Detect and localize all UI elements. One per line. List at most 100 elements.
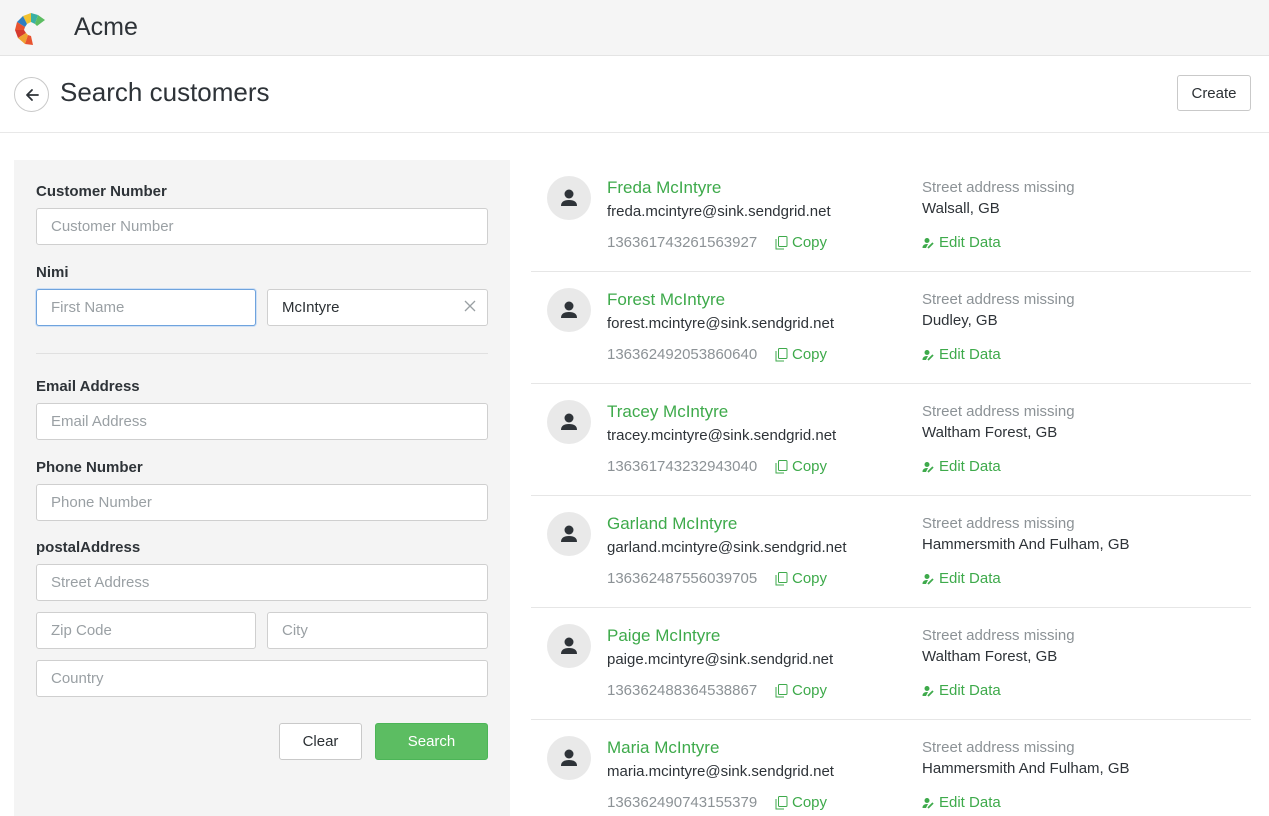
edit-data-button[interactable]: Edit Data: [922, 234, 1001, 251]
customer-city: Hammersmith And Fulham, GB: [922, 760, 1130, 777]
avatar: [547, 176, 591, 220]
customer-number-input[interactable]: [36, 208, 488, 245]
customer-city: Waltham Forest, GB: [922, 424, 1058, 441]
copy-button[interactable]: Copy: [775, 794, 827, 811]
email-label: Email Address: [36, 378, 140, 395]
copy-button[interactable]: Copy: [775, 682, 827, 699]
customer-name-link[interactable]: Maria McIntyre: [607, 738, 719, 758]
arrow-left-icon: [25, 88, 39, 101]
customer-email: garland.mcintyre@sink.sendgrid.net: [607, 539, 847, 556]
customer-id: 136362492053860640: [607, 346, 758, 363]
customer-city: Walsall, GB: [922, 200, 1000, 217]
edit-data-button[interactable]: Edit Data: [922, 458, 1001, 475]
avatar: [547, 288, 591, 332]
customer-city: Hammersmith And Fulham, GB: [922, 536, 1130, 553]
street-address-input[interactable]: [36, 564, 488, 601]
address-status: Street address missing: [922, 627, 1075, 644]
customer-name-link[interactable]: Freda McIntyre: [607, 178, 721, 198]
person-icon: [561, 189, 577, 206]
copy-button[interactable]: Copy: [775, 234, 827, 251]
address-status: Street address missing: [922, 515, 1075, 532]
edit-data-label: Edit Data: [939, 570, 1001, 587]
page-header: Search customers Create: [0, 56, 1269, 133]
copy-button[interactable]: Copy: [775, 346, 827, 363]
customer-city: Dudley, GB: [922, 312, 998, 329]
address-status: Street address missing: [922, 179, 1075, 196]
person-icon: [561, 637, 577, 654]
edit-data-label: Edit Data: [939, 234, 1001, 251]
edit-data-button[interactable]: Edit Data: [922, 570, 1001, 587]
edit-person-icon: [922, 237, 934, 249]
country-input[interactable]: [36, 660, 488, 697]
avatar: [547, 736, 591, 780]
customer-name-link[interactable]: Forest McIntyre: [607, 290, 725, 310]
edit-data-button[interactable]: Edit Data: [922, 794, 1001, 811]
avatar: [547, 400, 591, 444]
email-field[interactable]: [36, 403, 488, 440]
city-input[interactable]: [267, 612, 488, 649]
person-icon: [561, 749, 577, 766]
edit-data-label: Edit Data: [939, 458, 1001, 475]
address-status: Street address missing: [922, 291, 1075, 308]
clear-button[interactable]: Clear: [279, 723, 362, 760]
person-icon: [561, 413, 577, 430]
create-button[interactable]: Create: [1177, 75, 1251, 111]
customer-name-link[interactable]: Paige McIntyre: [607, 626, 720, 646]
customer-id: 136361743232943040: [607, 458, 758, 475]
copy-icon: [775, 347, 788, 361]
copy-icon: [775, 459, 788, 473]
last-name-input[interactable]: [267, 289, 488, 326]
results-list: Freda McIntyre freda.mcintyre@sink.sendg…: [531, 160, 1251, 816]
edit-person-icon: [922, 349, 934, 361]
acme-logo[interactable]: [14, 12, 48, 46]
edit-data-button[interactable]: Edit Data: [922, 346, 1001, 363]
postal-address-label: postalAddress: [36, 539, 141, 556]
avatar: [547, 624, 591, 668]
person-icon: [561, 525, 577, 542]
phone-label: Phone Number: [36, 459, 143, 476]
customer-city: Waltham Forest, GB: [922, 648, 1058, 665]
copy-icon: [775, 235, 788, 249]
customer-id: 136362490743155379: [607, 794, 758, 811]
list-item: Tracey McIntyre tracey.mcintyre@sink.sen…: [531, 384, 1251, 496]
edit-person-icon: [922, 573, 934, 585]
edit-data-button[interactable]: Edit Data: [922, 682, 1001, 699]
customer-number-label: Customer Number: [36, 183, 167, 200]
customer-id: 136362488364538867: [607, 682, 758, 699]
customer-name-link[interactable]: Tracey McIntyre: [607, 402, 728, 422]
edit-data-label: Edit Data: [939, 346, 1001, 363]
customer-email: tracey.mcintyre@sink.sendgrid.net: [607, 427, 837, 444]
customer-name-link[interactable]: Garland McIntyre: [607, 514, 737, 534]
edit-person-icon: [922, 461, 934, 473]
page-title: Search customers: [60, 77, 270, 107]
customer-email: forest.mcintyre@sink.sendgrid.net: [607, 315, 834, 332]
search-panel: Customer Number Nimi Email Address Phone…: [14, 160, 510, 816]
edit-person-icon: [922, 797, 934, 809]
address-status: Street address missing: [922, 403, 1075, 420]
search-button[interactable]: Search: [375, 723, 488, 760]
first-name-input[interactable]: [36, 289, 256, 326]
copy-button[interactable]: Copy: [775, 458, 827, 475]
copy-label: Copy: [792, 346, 828, 363]
copy-label: Copy: [792, 458, 828, 475]
zip-code-input[interactable]: [36, 612, 256, 649]
phone-field[interactable]: [36, 484, 488, 521]
app-name: Acme: [74, 13, 138, 41]
list-item: Garland McIntyre garland.mcintyre@sink.s…: [531, 496, 1251, 608]
list-item: Maria McIntyre maria.mcintyre@sink.sendg…: [531, 720, 1251, 816]
copy-button[interactable]: Copy: [775, 570, 827, 587]
back-button[interactable]: [14, 77, 49, 112]
name-label: Nimi: [36, 264, 69, 281]
close-icon[interactable]: [462, 298, 478, 314]
app-bar: Acme: [0, 0, 1269, 56]
divider: [36, 353, 488, 354]
list-item: Paige McIntyre paige.mcintyre@sink.sendg…: [531, 608, 1251, 720]
customer-email: paige.mcintyre@sink.sendgrid.net: [607, 651, 834, 668]
edit-data-label: Edit Data: [939, 794, 1001, 811]
copy-label: Copy: [792, 794, 828, 811]
copy-icon: [775, 571, 788, 585]
edit-person-icon: [922, 685, 934, 697]
customer-id: 136362487556039705: [607, 570, 758, 587]
list-item: Forest McIntyre forest.mcintyre@sink.sen…: [531, 272, 1251, 384]
copy-label: Copy: [792, 682, 828, 699]
